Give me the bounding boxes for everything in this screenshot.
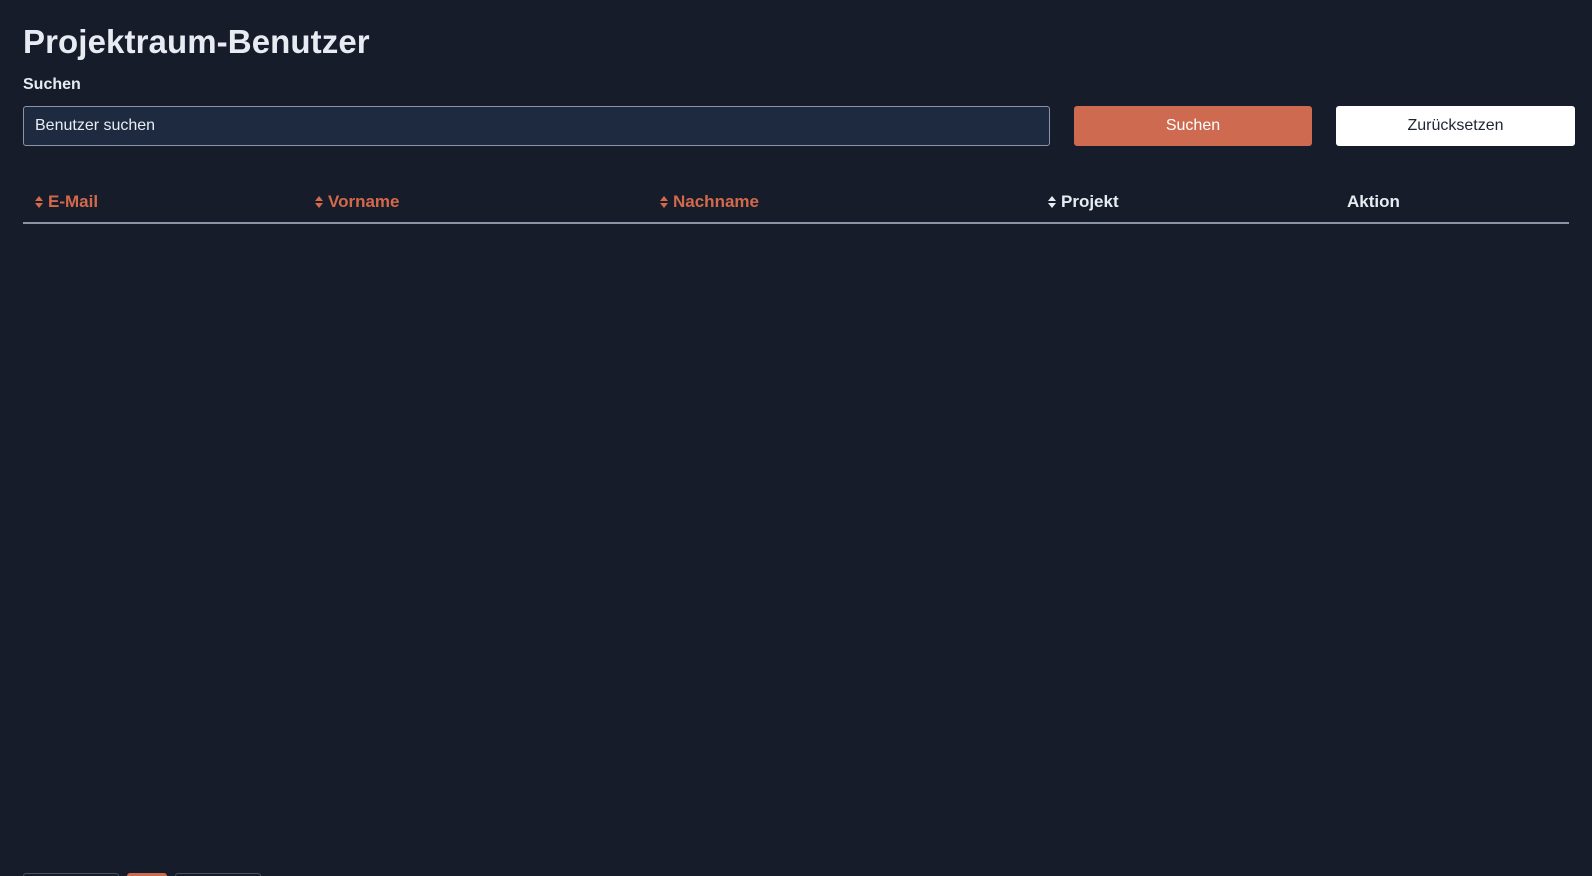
- sort-icon: [314, 195, 324, 209]
- search-row: Suchen Zurücksetzen: [23, 106, 1575, 146]
- search-button[interactable]: Suchen: [1074, 106, 1312, 146]
- sort-icon: [1047, 195, 1057, 209]
- page: Projektraum-Benutzer Suchen Suchen Zurüc…: [0, 0, 1592, 876]
- column-header-label: Projekt: [1061, 192, 1119, 211]
- column-header-nachname[interactable]: Nachname: [659, 192, 759, 212]
- column-header-vorname[interactable]: Vorname: [314, 192, 400, 212]
- column-header-email[interactable]: E-Mail: [34, 192, 98, 212]
- column-header-label: Nachname: [673, 192, 759, 211]
- sort-icon: [34, 195, 44, 209]
- column-header-projekt[interactable]: Projekt: [1047, 192, 1119, 212]
- column-header-aktion: Aktion: [1347, 192, 1400, 212]
- search-input[interactable]: [23, 106, 1050, 146]
- reset-button[interactable]: Zurücksetzen: [1336, 106, 1575, 146]
- column-header-label: Vorname: [328, 192, 400, 211]
- page-title: Projektraum-Benutzer: [23, 23, 370, 60]
- column-header-label: E-Mail: [48, 192, 99, 211]
- search-label: Suchen: [23, 76, 81, 93]
- table-header: E-Mail Vorname Nachname Projekt Aktion: [23, 184, 1569, 224]
- sort-icon: [659, 195, 669, 209]
- column-header-label: Aktion: [1347, 192, 1400, 211]
